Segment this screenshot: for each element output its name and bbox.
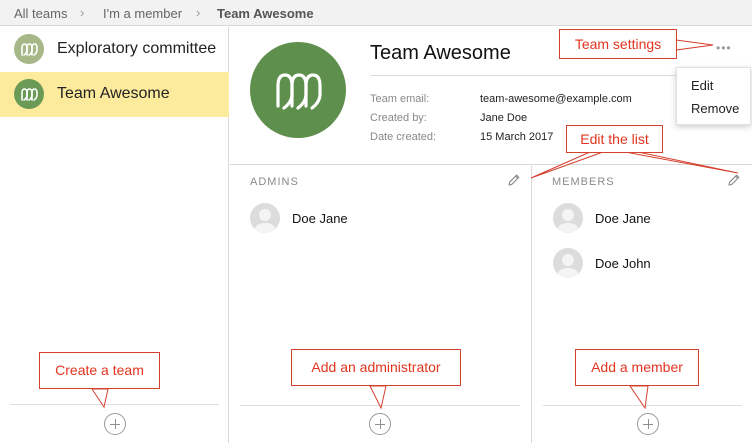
admins-heading: ADMINS (250, 176, 299, 188)
admins-footer (240, 405, 520, 443)
team-email-label: Team email: (370, 93, 430, 105)
member-name: Doe John (595, 256, 651, 271)
chevron-right-icon: › (196, 5, 201, 20)
add-member-button[interactable] (637, 413, 659, 435)
more-options-icon[interactable]: ••• (716, 41, 732, 55)
user-avatar-icon (553, 203, 583, 233)
team-email-value: team-awesome@example.com (480, 93, 632, 105)
team-name: Team Awesome (57, 85, 170, 102)
breadcrumb-im-a-member[interactable]: I'm a member (103, 6, 182, 21)
members-heading: MEMBERS (552, 176, 615, 188)
chevron-right-icon: › (80, 5, 85, 20)
create-team-callout: Create a team (39, 352, 160, 389)
breadcrumb-all-teams[interactable]: All teams (14, 6, 67, 21)
members-footer (543, 405, 742, 443)
breadcrumb-current-team: Team Awesome (217, 6, 314, 21)
pencil-icon[interactable] (507, 173, 521, 187)
date-created-label: Date created: (370, 131, 437, 143)
team-logo-icon (276, 73, 322, 110)
add-administrator-button[interactable] (369, 413, 391, 435)
members-panel: MEMBERS Doe Jane Doe John (533, 166, 752, 443)
add-member-callout: Add a member (575, 349, 699, 386)
sidebar-footer (10, 404, 219, 442)
pencil-icon[interactable] (727, 173, 741, 187)
team-logo-icon (21, 43, 38, 56)
user-avatar-icon (553, 248, 583, 278)
team-list-item-selected[interactable]: Team Awesome (0, 72, 229, 117)
team-avatar (14, 34, 44, 64)
team-list-item[interactable]: Exploratory committee (0, 27, 229, 72)
date-created-value: 15 March 2017 (480, 131, 554, 143)
created-by-label: Created by: (370, 112, 427, 124)
edit-list-callout: Edit the list (566, 125, 663, 153)
team-settings-callout: Team settings (559, 29, 677, 59)
member-name: Doe Jane (595, 211, 651, 226)
menu-item-edit[interactable]: Edit (691, 78, 713, 93)
team-avatar-large (250, 42, 346, 138)
create-team-button[interactable] (104, 413, 126, 435)
admins-panel: ADMINS Doe Jane (230, 166, 532, 443)
page-title: Team Awesome (370, 42, 511, 64)
menu-item-remove[interactable]: Remove (691, 101, 739, 116)
admin-name: Doe Jane (292, 211, 348, 226)
breadcrumb: All teams › I'm a member › Team Awesome (0, 0, 752, 26)
user-avatar-icon (250, 203, 280, 233)
created-by-value: Jane Doe (480, 112, 528, 124)
team-logo-icon (21, 88, 38, 101)
team-avatar (14, 79, 44, 109)
team-name: Exploratory committee (57, 40, 217, 57)
team-settings-menu: Edit Remove (676, 67, 751, 125)
add-administrator-callout: Add an administrator (291, 349, 461, 386)
